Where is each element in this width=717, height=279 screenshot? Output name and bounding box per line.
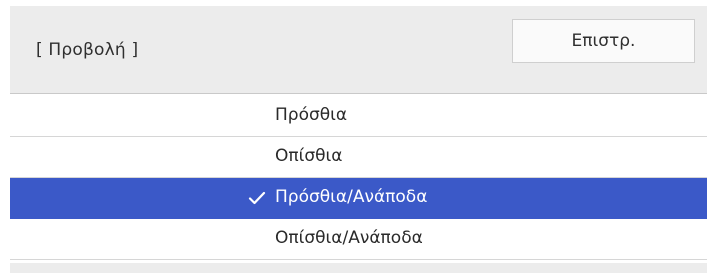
option-front[interactable]: Πρόσθια [10,96,707,137]
option-rear[interactable]: Οπίσθια [10,137,707,178]
option-rear-ceiling[interactable]: Οπίσθια/Ανάποδα [10,219,707,260]
menu-footer [10,263,707,273]
menu-title: [ Προβολή ] [36,40,139,60]
option-label: Οπίσθια/Ανάποδα [275,228,423,248]
option-label: Οπίσθια [275,146,343,166]
projection-options-list: Πρόσθια Οπίσθια Πρόσθια/Ανάποδα Οπίσθια/… [10,96,707,260]
menu-header: [ Προβολή ] Επιστρ. [10,6,707,94]
check-icon [248,190,266,206]
option-front-ceiling[interactable]: Πρόσθια/Ανάποδα [10,178,707,219]
option-label: Πρόσθια [275,105,348,125]
back-button[interactable]: Επιστρ. [512,19,695,63]
projection-menu-panel: [ Προβολή ] Επιστρ. Πρόσθια Οπίσθια Πρόσ… [10,6,707,273]
option-label: Πρόσθια/Ανάποδα [275,187,428,207]
